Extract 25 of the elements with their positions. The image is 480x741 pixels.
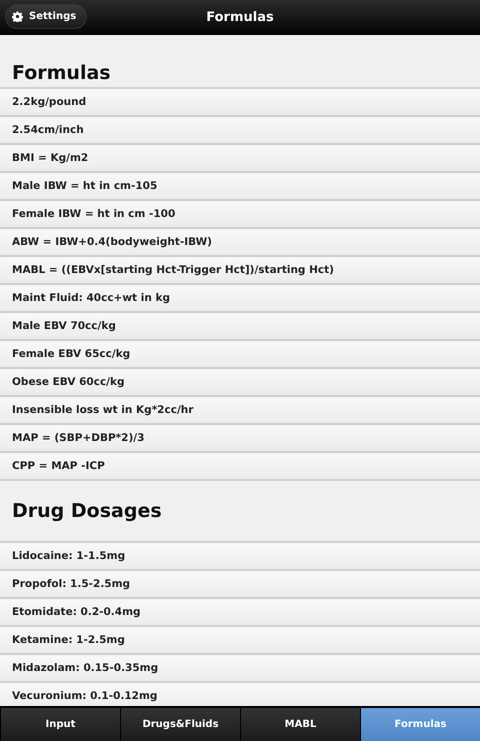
list-item: Male IBW = ht in cm-105 <box>0 173 480 201</box>
list-item: Obese EBV 60cc/kg <box>0 369 480 397</box>
list-item: ABW = IBW+0.4(bodyweight-IBW) <box>0 229 480 257</box>
list-item: BMI = Kg/m2 <box>0 145 480 173</box>
list-item: MABL = ((EBVx[starting Hct-Trigger Hct])/starting Hct) <box>0 257 480 285</box>
tab[interactable]: Input <box>0 708 120 741</box>
list-item: Midazolam: 0.15-0.35mg <box>0 655 480 683</box>
list-item: Lidocaine: 1-1.5mg <box>0 543 480 571</box>
list-item: Female IBW = ht in cm -100 <box>0 201 480 229</box>
list-item: Propofol: 1.5-2.5mg <box>0 571 480 599</box>
list-item: Female EBV 65cc/kg <box>0 341 480 369</box>
screen-title: Formulas <box>206 10 274 24</box>
gear-icon <box>12 11 23 22</box>
list-item: CPP = MAP -ICP <box>0 453 480 481</box>
list-item: Maint Fluid: 40cc+wt in kg <box>0 285 480 313</box>
list-item: Insensible loss wt in Kg*2cc/hr <box>0 397 480 425</box>
list-item: Etomidate: 0.2-0.4mg <box>0 599 480 627</box>
list-item: Male EBV 70cc/kg <box>0 313 480 341</box>
settings-button[interactable]: Settings <box>5 4 88 29</box>
list-item: 2.2kg/pound <box>0 89 480 117</box>
tab[interactable]: Drugs&Fluids <box>120 708 240 741</box>
list-item: Ketamine: 1-2.5mg <box>0 627 480 655</box>
list-item: 2.54cm/inch <box>0 117 480 145</box>
tab[interactable]: MABL <box>240 708 360 741</box>
list-item: MAP = (SBP+DBP*2)/3 <box>0 425 480 453</box>
